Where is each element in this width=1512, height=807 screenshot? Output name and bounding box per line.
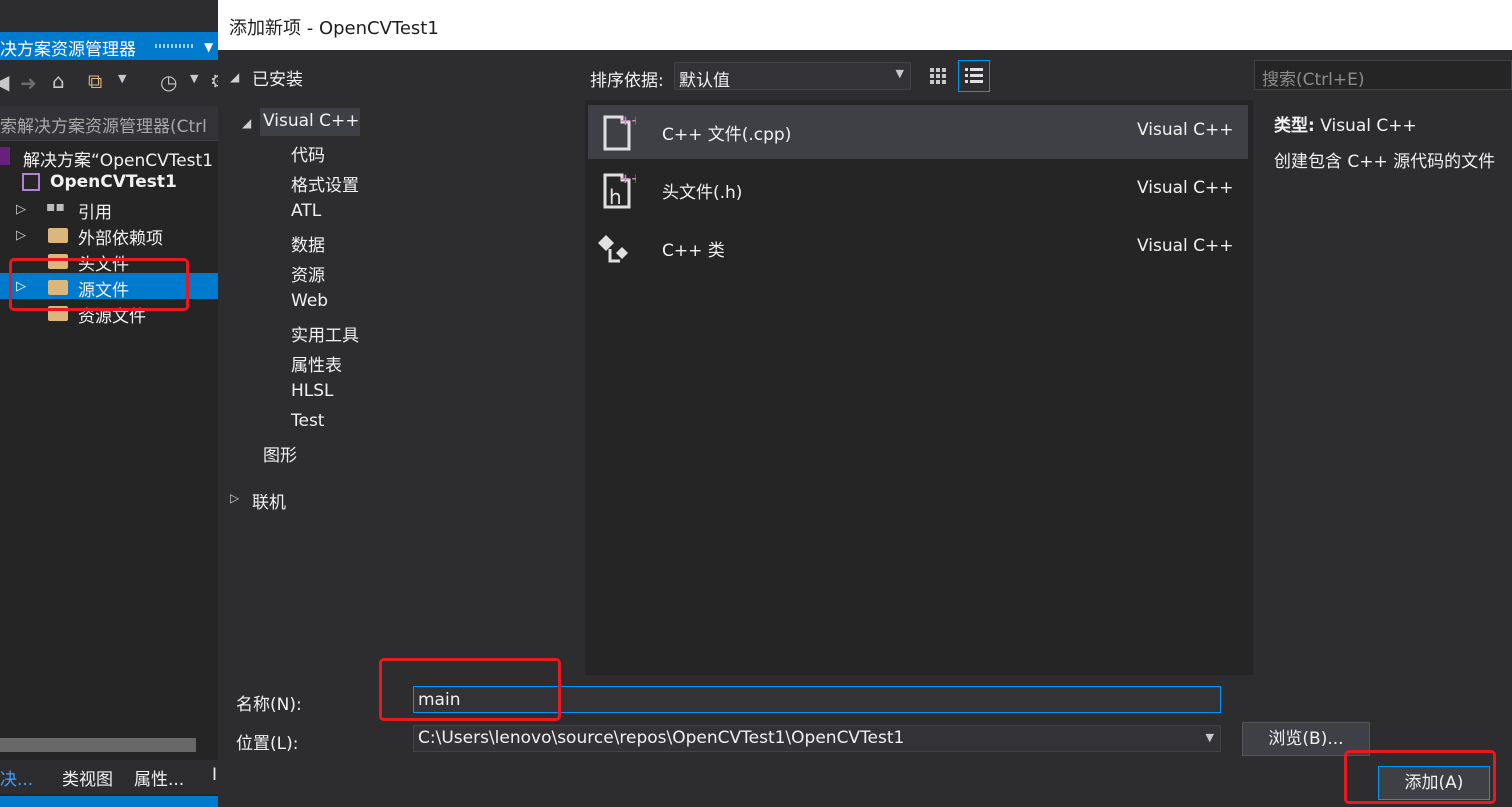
search-placeholder: 搜索(Ctrl+E) — [1262, 70, 1365, 90]
template-item-cpp-class[interactable]: C++ 类 Visual C++ — [588, 221, 1248, 275]
chevron-down-icon[interactable]: ▼ — [204, 40, 213, 54]
svg-text:++: ++ — [620, 114, 636, 129]
nav-graphics[interactable]: 图形 — [263, 441, 297, 466]
chevron-down-icon[interactable]: ▼ — [118, 72, 126, 85]
class-icon — [598, 235, 628, 263]
folder-icon — [48, 306, 68, 321]
header-file-icon: h ++ — [603, 172, 636, 209]
solution-icon — [0, 147, 10, 165]
status-bar — [0, 796, 218, 807]
dialog-title: 添加新项 - OpenCVTest1 — [229, 18, 439, 39]
tree-item-resource-files[interactable]: 资源文件 — [78, 302, 146, 327]
tab-solution-explorer[interactable]: 决... — [0, 765, 33, 790]
tree-item-references[interactable]: 引用 — [78, 198, 112, 223]
add-button[interactable]: 添加(A) — [1378, 766, 1490, 800]
template-search-input[interactable]: 搜索(Ctrl+E) — [1254, 60, 1512, 90]
svg-text:h: h — [609, 185, 622, 209]
chevron-down-icon: ▼ — [1205, 731, 1214, 744]
nav-atl[interactable]: ATL — [291, 201, 321, 221]
name-input[interactable] — [413, 686, 1221, 713]
nav-installed[interactable]: 已安装 — [252, 65, 303, 90]
nav-visual-cpp[interactable]: Visual C++ — [263, 111, 360, 131]
list-view-icon — [965, 68, 983, 83]
nav-data[interactable]: 数据 — [291, 231, 325, 256]
solution-node[interactable]: 解决方案“OpenCVTest1 — [23, 146, 213, 171]
solution-explorer-title: 决方案资源管理器 — [0, 40, 136, 60]
history-icon[interactable]: ◷ — [160, 70, 177, 94]
nav-hlsl[interactable]: HLSL — [291, 381, 334, 401]
drag-grip[interactable] — [155, 44, 195, 48]
horizontal-scrollbar[interactable] — [0, 738, 196, 752]
bottom-tab-strip: 决... 类视图 属性... I — [0, 760, 218, 794]
solution-explorer-panel: 决方案资源管理器 ▼ ◀ ➜ ⌂ ⧉ ▼ ◷ ▼ ⚙ 索解决方案资源管理器(Ct… — [0, 0, 218, 807]
sync-view-icon[interactable]: ⧉ — [88, 69, 102, 93]
sort-value: 默认值 — [679, 71, 730, 91]
nav-formatting[interactable]: 格式设置 — [291, 171, 359, 196]
template-item-header-file[interactable]: h ++ 头文件(.h) Visual C++ — [588, 163, 1248, 217]
collapse-arrow-icon[interactable]: ◢ — [230, 70, 239, 84]
chevron-down-icon: ▼ — [895, 67, 904, 80]
nav-utility[interactable]: 实用工具 — [291, 321, 359, 346]
tab-properties[interactable]: 属性... — [134, 765, 184, 790]
grid-view-button[interactable] — [924, 62, 952, 90]
info-type-label: 类型: — [1274, 116, 1315, 136]
nav-web[interactable]: Web — [291, 291, 328, 311]
project-node[interactable]: OpenCVTest1 — [50, 172, 177, 192]
sort-dropdown[interactable]: 默认值 ▼ — [674, 62, 911, 91]
expand-arrow-icon[interactable]: ▷ — [230, 491, 239, 505]
nav-property-sheets[interactable]: 属性表 — [291, 351, 342, 376]
solution-explorer-toolbar: ◀ ➜ ⌂ ⧉ ▼ ◷ ▼ ⚙ — [0, 60, 218, 106]
info-type-value: Visual C++ — [1320, 116, 1417, 136]
nav-resource[interactable]: 资源 — [291, 261, 325, 286]
nav-test[interactable]: Test — [291, 411, 324, 431]
back-icon[interactable]: ◀ — [0, 70, 9, 94]
template-language: Visual C++ — [1137, 236, 1234, 256]
template-name: 头文件(.h) — [662, 183, 743, 203]
search-placeholder: 索解决方案资源管理器(Ctrl — [0, 117, 207, 137]
expand-arrow-icon[interactable]: ▷ — [16, 228, 26, 243]
template-name: C++ 类 — [662, 241, 725, 261]
name-label: 名称(N): — [236, 695, 302, 715]
list-view-button[interactable] — [958, 60, 990, 92]
info-description: 创建包含 C++ 源代码的文件 — [1274, 152, 1496, 172]
expand-arrow-icon[interactable]: ▷ — [16, 202, 26, 217]
template-language: Visual C++ — [1137, 178, 1234, 198]
add-new-item-dialog: 添加新项 - OpenCVTest1 ◢ 已安装 ◢ Visual C++ 代码… — [218, 0, 1512, 807]
location-value: C:\Users\lenovo\source\repos\OpenCVTest1… — [418, 728, 905, 748]
cpp-file-icon: ++ — [603, 114, 636, 151]
top-toolbar-strip — [0, 0, 218, 33]
references-icon: ▪▪ — [46, 199, 65, 215]
solution-explorer-search[interactable]: 索解决方案资源管理器(Ctrl — [0, 106, 218, 141]
tree-item-source-files[interactable]: 源文件 — [78, 276, 129, 301]
forward-icon[interactable]: ➜ — [20, 71, 37, 95]
home-icon[interactable]: ⌂ — [52, 69, 65, 93]
chevron-down-icon[interactable]: ▼ — [190, 72, 198, 85]
dialog-title-bar: 添加新项 - OpenCVTest1 — [218, 0, 1512, 50]
sort-label: 排序依据: — [590, 71, 664, 91]
settings-icon[interactable]: ⚙ — [210, 69, 218, 93]
location-label: 位置(L): — [236, 734, 299, 754]
nav-online[interactable]: 联机 — [252, 488, 286, 513]
svg-text:++: ++ — [620, 172, 636, 187]
template-list: ++ C++ 文件(.cpp) Visual C++ h ++ 头文件(.h) … — [585, 100, 1253, 675]
info-type: 类型: Visual C++ — [1274, 111, 1417, 136]
project-icon — [22, 173, 40, 191]
location-dropdown[interactable]: C:\Users\lenovo\source\repos\OpenCVTest1… — [413, 725, 1221, 752]
folder-icon — [48, 280, 68, 295]
nav-code[interactable]: 代码 — [291, 141, 325, 166]
template-name: C++ 文件(.cpp) — [662, 125, 792, 145]
tab-class-view[interactable]: 类视图 — [62, 765, 113, 790]
folder-icon — [48, 228, 68, 243]
template-item-cpp-file[interactable]: ++ C++ 文件(.cpp) Visual C++ — [588, 105, 1248, 159]
folder-icon — [48, 254, 68, 269]
expand-arrow-icon[interactable]: ▷ — [16, 279, 26, 294]
template-language: Visual C++ — [1137, 120, 1234, 140]
browse-button[interactable]: 浏览(B)... — [1242, 722, 1370, 756]
tree-item-header-files[interactable]: 头文件 — [78, 250, 129, 275]
solution-explorer-title-bar: 决方案资源管理器 ▼ — [0, 32, 218, 60]
grid-view-icon — [930, 68, 946, 84]
collapse-arrow-icon[interactable]: ◢ — [242, 116, 251, 130]
tree-item-external-dependencies[interactable]: 外部依赖项 — [78, 224, 163, 249]
tab-more[interactable]: I — [212, 765, 217, 785]
